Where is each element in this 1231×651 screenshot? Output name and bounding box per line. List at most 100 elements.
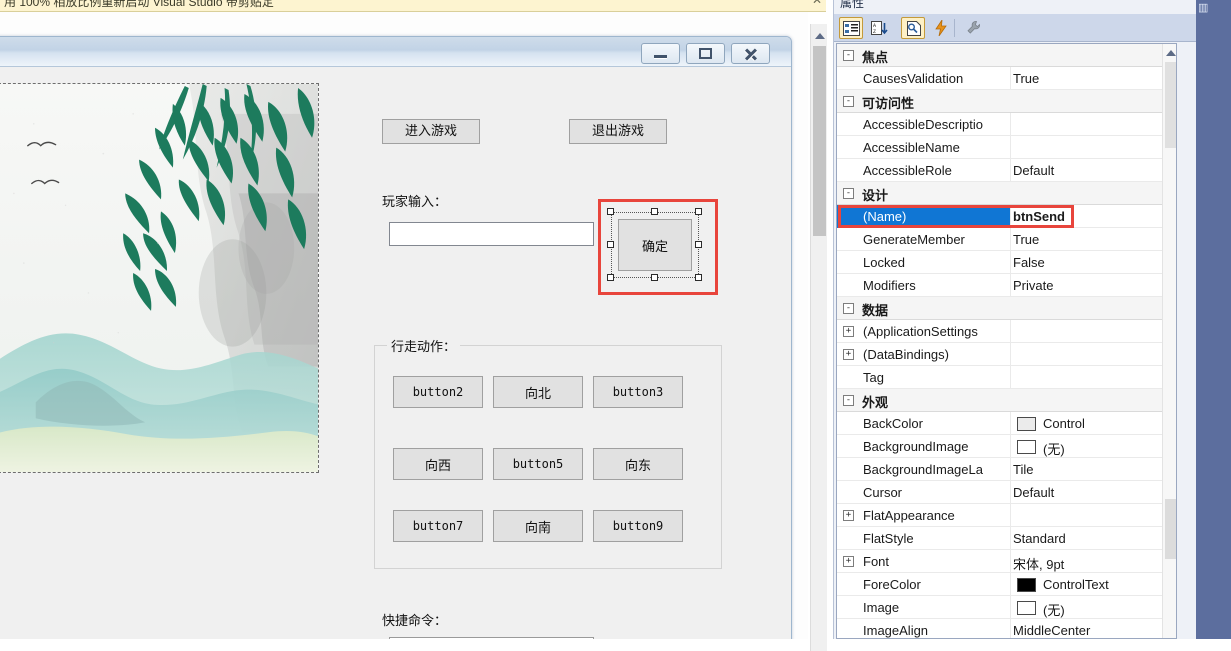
property-row-causesvalidation[interactable]: CausesValidation True bbox=[837, 67, 1176, 90]
scrollbar-thumb[interactable] bbox=[813, 46, 826, 236]
walk-button-se[interactable]: button9 bbox=[593, 510, 683, 542]
property-value[interactable]: Standard bbox=[1013, 531, 1173, 546]
design-form-window[interactable]: 进入游戏 退出游戏 玩家输入： 确定 行走动作： button2 向北 butt… bbox=[0, 36, 792, 639]
designer-canvas[interactable]: 进入游戏 退出游戏 玩家输入： 确定 行走动作： button2 向北 butt… bbox=[0, 12, 808, 639]
expand-icon[interactable]: + bbox=[843, 510, 854, 521]
scrollbar-thumb-lower[interactable] bbox=[1165, 499, 1176, 559]
property-row-name[interactable]: (Name) btnSend bbox=[837, 205, 1176, 228]
collapse-icon[interactable]: - bbox=[843, 96, 854, 107]
walk-button-center[interactable]: button5 bbox=[493, 448, 583, 480]
walk-button-north[interactable]: 向北 bbox=[493, 376, 583, 408]
property-row-imagealign[interactable]: ImageAlign MiddleCenter bbox=[837, 619, 1176, 638]
walk-button-nw[interactable]: button2 bbox=[393, 376, 483, 408]
property-value[interactable]: True bbox=[1013, 71, 1173, 86]
properties-grid[interactable]: - 焦点 CausesValidation True - 可访问性 Access… bbox=[836, 43, 1177, 639]
property-value[interactable]: Private bbox=[1013, 278, 1173, 293]
property-row-modifiers[interactable]: Modifiers Private bbox=[837, 274, 1176, 297]
property-value[interactable]: Tile bbox=[1013, 462, 1173, 477]
property-row-tag[interactable]: Tag bbox=[837, 366, 1176, 389]
designer-vertical-scrollbar[interactable] bbox=[810, 24, 827, 651]
lightning-icon[interactable] bbox=[929, 17, 953, 39]
property-value[interactable]: (无) bbox=[1043, 439, 1176, 458]
player-input-textbox[interactable] bbox=[389, 222, 594, 246]
walk-button-ne[interactable]: button3 bbox=[593, 376, 683, 408]
properties-vertical-scrollbar[interactable] bbox=[1162, 44, 1176, 638]
resize-handle-s[interactable] bbox=[651, 274, 658, 281]
property-value[interactable]: False bbox=[1013, 255, 1173, 270]
property-value[interactable]: 宋体, 9pt bbox=[1013, 554, 1173, 573]
property-category-appearance[interactable]: - 外观 bbox=[837, 389, 1176, 412]
properties-window-title: 属性 bbox=[840, 0, 865, 10]
walk-button-sw[interactable]: button7 bbox=[393, 510, 483, 542]
property-row-backcolor[interactable]: BackColor Control bbox=[837, 412, 1176, 435]
resize-handle-w[interactable] bbox=[607, 241, 614, 248]
collapse-icon[interactable]: - bbox=[843, 395, 854, 406]
picture-box[interactable] bbox=[0, 83, 319, 473]
property-row-flatstyle[interactable]: FlatStyle Standard bbox=[837, 527, 1176, 550]
collapse-icon[interactable]: - bbox=[843, 303, 854, 314]
resize-handle-ne[interactable] bbox=[695, 208, 702, 215]
property-row-accessiblerole[interactable]: AccessibleRole Default bbox=[837, 159, 1176, 182]
resize-handle-nw[interactable] bbox=[607, 208, 614, 215]
wrench-icon[interactable] bbox=[962, 17, 986, 39]
property-category-accessibility[interactable]: - 可访问性 bbox=[837, 90, 1176, 113]
close-button[interactable] bbox=[731, 43, 770, 64]
property-value[interactable]: Default bbox=[1013, 163, 1173, 178]
enter-game-button[interactable]: 进入游戏 bbox=[382, 119, 480, 144]
property-category-data[interactable]: - 数据 bbox=[837, 297, 1176, 320]
property-value[interactable]: Control bbox=[1043, 416, 1176, 431]
form-titlebar[interactable] bbox=[0, 37, 791, 67]
expand-icon[interactable]: + bbox=[843, 556, 854, 567]
property-row-font[interactable]: + Font 宋体, 9pt bbox=[837, 550, 1176, 573]
scroll-up-icon[interactable] bbox=[811, 28, 828, 43]
resize-handle-se[interactable] bbox=[695, 274, 702, 281]
expand-icon[interactable]: + bbox=[843, 326, 854, 337]
property-value[interactable]: Default bbox=[1013, 485, 1173, 500]
column-divider bbox=[1010, 136, 1011, 158]
property-row-image[interactable]: Image (无) bbox=[837, 596, 1176, 619]
property-row-cursor[interactable]: Cursor Default bbox=[837, 481, 1176, 504]
property-row-backgroundimage[interactable]: BackgroundImage (无) bbox=[837, 435, 1176, 458]
close-icon[interactable]: ✕ bbox=[812, 0, 822, 7]
property-row-backgroundimagelayout[interactable]: BackgroundImageLa Tile bbox=[837, 458, 1176, 481]
property-name: AccessibleDescriptio bbox=[863, 117, 983, 132]
maximize-button[interactable] bbox=[686, 43, 725, 64]
column-divider bbox=[1010, 596, 1011, 618]
property-row-generatemember[interactable]: GenerateMember True bbox=[837, 228, 1176, 251]
collapse-icon[interactable]: - bbox=[843, 188, 854, 199]
property-value[interactable]: ControlText bbox=[1043, 577, 1176, 592]
property-value[interactable]: MiddleCenter bbox=[1013, 623, 1173, 638]
walk-button-east[interactable]: 向东 bbox=[593, 448, 683, 480]
property-category-focus[interactable]: - 焦点 bbox=[837, 44, 1176, 67]
right-dock-strip[interactable] bbox=[1196, 0, 1231, 639]
property-category-design[interactable]: - 设计 bbox=[837, 182, 1176, 205]
column-divider bbox=[1010, 113, 1011, 135]
collapse-icon[interactable]: - bbox=[843, 50, 854, 61]
scrollbar-thumb[interactable] bbox=[1165, 62, 1176, 148]
expand-icon[interactable]: + bbox=[843, 349, 854, 360]
resize-handle-e[interactable] bbox=[695, 241, 702, 248]
sort-az-icon[interactable]: A Z bbox=[867, 17, 891, 39]
property-name: Locked bbox=[863, 255, 905, 270]
property-row-locked[interactable]: Locked False bbox=[837, 251, 1176, 274]
property-row-applicationsettings[interactable]: + (ApplicationSettings bbox=[837, 320, 1176, 343]
resize-handle-sw[interactable] bbox=[607, 274, 614, 281]
property-row-forecolor[interactable]: ForeColor ControlText bbox=[837, 573, 1176, 596]
property-row-accessibledescription[interactable]: AccessibleDescriptio bbox=[837, 113, 1176, 136]
property-row-databindings[interactable]: + (DataBindings) bbox=[837, 343, 1176, 366]
confirm-button[interactable]: 确定 bbox=[618, 219, 692, 271]
minimize-button[interactable] bbox=[641, 43, 680, 64]
property-value[interactable]: True bbox=[1013, 232, 1173, 247]
panel-icon[interactable]: ▥ bbox=[1198, 1, 1216, 15]
property-row-accessiblename[interactable]: AccessibleName bbox=[837, 136, 1176, 159]
categorized-icon[interactable] bbox=[839, 17, 863, 39]
resize-handle-n[interactable] bbox=[651, 208, 658, 215]
property-pages-icon[interactable] bbox=[901, 17, 925, 39]
property-row-flatappearance[interactable]: + FlatAppearance bbox=[837, 504, 1176, 527]
scroll-up-icon[interactable] bbox=[1163, 46, 1176, 60]
exit-game-button[interactable]: 退出游戏 bbox=[569, 119, 667, 144]
walk-button-south[interactable]: 向南 bbox=[493, 510, 583, 542]
property-value[interactable]: btnSend bbox=[1013, 209, 1173, 224]
walk-button-west[interactable]: 向西 bbox=[393, 448, 483, 480]
property-value[interactable]: (无) bbox=[1043, 600, 1176, 619]
